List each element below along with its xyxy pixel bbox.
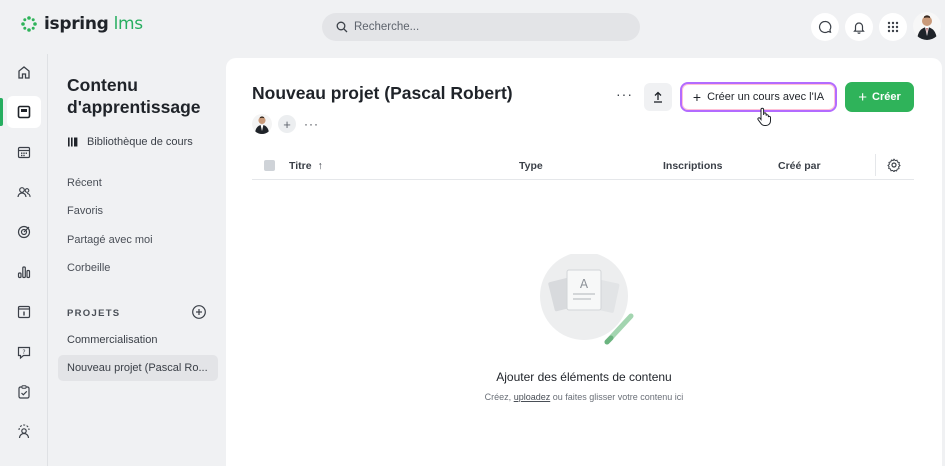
- rail-goals[interactable]: [7, 216, 41, 248]
- sidebar-title: Contenu d'apprentissage: [67, 75, 201, 117]
- empty-content-illustration: A: [540, 254, 634, 345]
- rail-calendar[interactable]: [7, 136, 41, 168]
- empty-state-title: Ajouter des éléments de contenu: [496, 370, 672, 384]
- goals-icon: [17, 225, 31, 239]
- table-header: Titre ↑ Type Inscriptions Créé par: [252, 152, 914, 180]
- column-type[interactable]: Type: [519, 160, 543, 172]
- library-icon: [68, 137, 78, 147]
- calendar-icon: [17, 146, 31, 159]
- hand-cursor-icon: [757, 107, 771, 126]
- ispring-logo[interactable]: ispring lms: [20, 14, 143, 34]
- select-all-checkbox[interactable]: [264, 160, 275, 171]
- content-icon: [17, 105, 31, 119]
- column-title-label: Titre: [289, 160, 312, 172]
- column-title[interactable]: Titre ↑: [289, 160, 323, 172]
- empty-state-subtitle: Créez, uploadez ou faites glisser votre …: [226, 392, 942, 402]
- sidebar-item-trash[interactable]: Corbeille: [67, 262, 110, 274]
- rail-reports[interactable]: [7, 256, 41, 288]
- chat-button[interactable]: [811, 13, 839, 41]
- home-icon: [18, 66, 30, 79]
- sidebar-item-favorites[interactable]: Favoris: [67, 205, 103, 217]
- projects-section-label: PROJETS: [67, 308, 121, 319]
- help-icon: ?: [17, 346, 31, 360]
- project-members: + ···: [252, 114, 319, 134]
- empty-subtitle-suffix: ou faites glisser votre contenu ici: [550, 392, 684, 402]
- search-input[interactable]: Recherche...: [322, 13, 640, 41]
- column-created-by[interactable]: Créé par: [778, 160, 821, 172]
- main-panel: Nouveau projet (Pascal Robert) ··· + Cré…: [226, 58, 942, 466]
- rail-users[interactable]: [7, 176, 41, 208]
- sort-arrow-icon: ↑: [317, 160, 323, 172]
- apps-grid-icon: [887, 21, 899, 33]
- reports-icon: [17, 266, 31, 279]
- notifications-button[interactable]: [845, 13, 873, 41]
- create-button[interactable]: + Créer: [845, 82, 914, 112]
- more-options-button[interactable]: ···: [616, 86, 633, 102]
- sidebar-item-shared[interactable]: Partagé avec moi: [67, 234, 153, 246]
- rail-tasks[interactable]: [7, 376, 41, 408]
- user-avatar-image: [917, 15, 937, 40]
- rail-support[interactable]: [7, 416, 41, 448]
- column-settings-icon[interactable]: [887, 158, 901, 172]
- rail-help[interactable]: ?: [7, 336, 41, 368]
- empty-subtitle-prefix: Créez,: [484, 392, 514, 402]
- upload-link[interactable]: uploadez: [514, 392, 551, 402]
- column-enrollments[interactable]: Inscriptions: [663, 160, 723, 172]
- logo-star-icon: [21, 16, 37, 32]
- support-icon: [18, 424, 30, 439]
- svg-text:A: A: [580, 277, 589, 291]
- members-more-button[interactable]: ···: [304, 117, 319, 131]
- user-avatar[interactable]: [913, 12, 941, 40]
- upload-button[interactable]: [644, 83, 672, 111]
- upload-icon: [654, 91, 662, 103]
- svg-text:?: ?: [22, 349, 25, 356]
- plus-icon: +: [692, 89, 702, 105]
- chat-icon: [818, 20, 832, 34]
- add-project-icon[interactable]: [191, 304, 207, 320]
- add-member-button[interactable]: +: [278, 115, 296, 133]
- create-button-label: Créer: [872, 91, 901, 103]
- create-with-ai-label: Créer un cours avec l'IA: [707, 91, 825, 103]
- bell-icon: [853, 22, 865, 34]
- logo-text: ispring lms: [44, 14, 143, 34]
- project-item[interactable]: Commercialisation: [58, 327, 218, 353]
- users-icon: [17, 187, 31, 198]
- rail-content[interactable]: [0, 96, 41, 128]
- sidebar-item-recent[interactable]: Récent: [67, 177, 102, 189]
- top-bar: ispring lms Recherche...: [0, 0, 945, 54]
- logo-prefix: ispring: [44, 14, 109, 34]
- left-rail: ?: [0, 54, 48, 466]
- project-item-active[interactable]: Nouveau projet (Pascal Ro...: [58, 355, 218, 381]
- owner-avatar[interactable]: [252, 114, 272, 134]
- sidebar-item-library-label: Bibliothèque de cours: [87, 136, 193, 148]
- page-title: Nouveau projet (Pascal Robert): [252, 83, 513, 103]
- sidebar-item-library[interactable]: Bibliothèque de cours: [67, 136, 193, 148]
- info-icon: [17, 305, 31, 319]
- logo-suffix: lms: [113, 14, 144, 34]
- content-sidebar: Contenu d'apprentissage Bibliothèque de …: [48, 54, 226, 466]
- rail-info[interactable]: [7, 296, 41, 328]
- column-divider: [875, 154, 876, 176]
- rail-home[interactable]: [7, 56, 41, 88]
- search-icon: [336, 21, 348, 33]
- plus-icon: +: [858, 88, 867, 106]
- owner-avatar-image: [254, 116, 270, 134]
- apps-button[interactable]: [879, 13, 907, 41]
- search-placeholder: Recherche...: [354, 21, 420, 33]
- tasks-icon: [18, 385, 30, 399]
